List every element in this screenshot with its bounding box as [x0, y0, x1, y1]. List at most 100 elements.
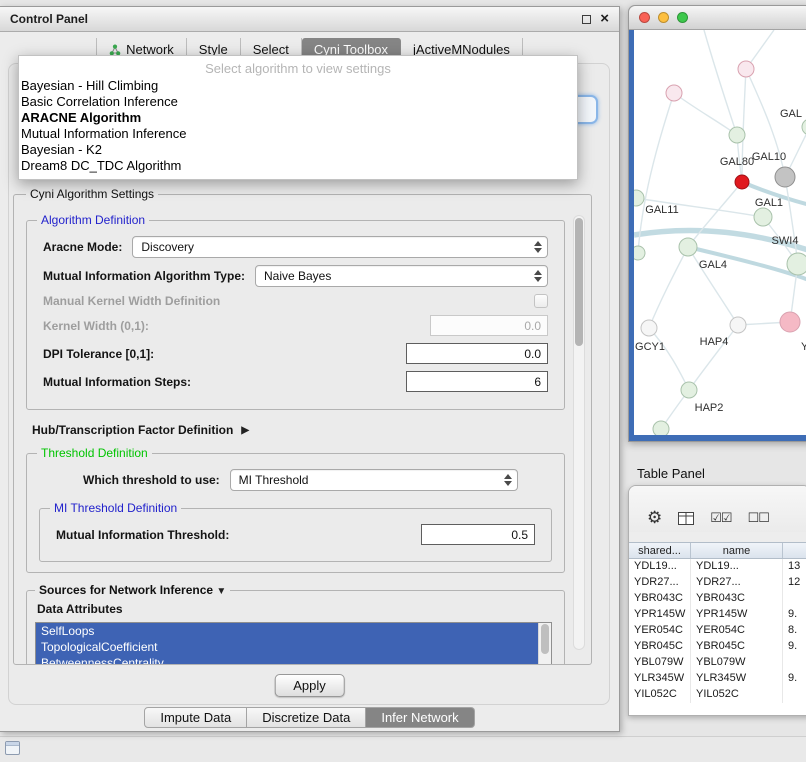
table-row[interactable]: YBR045C YBR045C 9. — [629, 639, 806, 655]
network-edges — [634, 30, 806, 429]
collapse-right-icon[interactable]: ▶ — [241, 425, 249, 436]
node-gal11[interactable] — [634, 190, 644, 206]
node-label: GAL11 — [645, 204, 678, 216]
menu-item-dream8[interactable]: Dream8 DC_TDC Algorithm — [19, 158, 577, 174]
minimize-traffic-light-icon[interactable] — [658, 12, 669, 23]
expand-down-icon: ▼ — [216, 586, 226, 597]
updown-arrows-icon — [504, 474, 512, 486]
threshold-definition-group: Threshold Definition Which threshold to … — [26, 446, 565, 573]
table-panel-window: ⚙ ☑☑ ☐☐ shared... name YDL19... YDL19...… — [628, 485, 806, 716]
sources-toggle[interactable]: Sources for Network Inference ▼ — [35, 583, 230, 597]
zoom-traffic-light-icon[interactable] — [677, 12, 688, 23]
menu-item-aracne[interactable]: ARACNE Algorithm — [19, 110, 577, 126]
sources-title: Sources for Network Inference — [39, 583, 213, 597]
node-swi4[interactable] — [787, 253, 806, 275]
table-row[interactable]: YIL052C YIL052C — [629, 687, 806, 703]
dpi-tolerance-input[interactable] — [406, 343, 548, 364]
group-title: Threshold Definition — [37, 446, 152, 460]
aracne-mode-label: Aracne Mode: — [43, 240, 122, 254]
group-title: Algorithm Definition — [37, 213, 149, 227]
node-hap2[interactable] — [681, 382, 697, 398]
manual-kernel-checkbox[interactable] — [534, 294, 548, 308]
scrollbar-thumb[interactable] — [575, 218, 583, 346]
tab-infer-network[interactable]: Infer Network — [366, 707, 474, 728]
mi-threshold-definition-group: MI Threshold Definition Mutual Informati… — [39, 501, 552, 562]
node[interactable] — [775, 167, 795, 187]
table-row[interactable]: YBR043C YBR043C — [629, 591, 806, 607]
hub-definition-toggle[interactable]: Hub/Transcription Factor Definition ▶ — [32, 423, 559, 437]
minimized-panel-icon[interactable] — [5, 741, 20, 755]
node-gal80[interactable] — [729, 127, 745, 143]
node[interactable] — [780, 312, 800, 332]
node-gal10[interactable] — [735, 175, 749, 189]
table-row[interactable]: YDL19... YDL19... 13 — [629, 559, 806, 575]
list-item[interactable]: SelfLoops — [36, 623, 538, 639]
table-panel-title[interactable]: Table Panel — [637, 466, 705, 481]
table-row[interactable]: YPR145W YPR145W 9. — [629, 607, 806, 623]
menu-item-mutual-information[interactable]: Mutual Information Inference — [19, 126, 577, 142]
hub-definition-label: Hub/Transcription Factor Definition — [32, 423, 233, 437]
node-gal1[interactable] — [754, 208, 772, 226]
settings-scrollbar[interactable] — [573, 215, 585, 650]
network-node-labels: GAL GAL80 GAL10 GAL11 GAL1 SWI4 GAL4 GCY… — [635, 108, 806, 414]
selected-value: Discovery — [141, 240, 194, 254]
node-label: GCY1 — [635, 341, 665, 353]
close-traffic-light-icon[interactable] — [639, 12, 650, 23]
node-gal4[interactable] — [679, 238, 697, 256]
tab-impute-data[interactable]: Impute Data — [144, 707, 247, 728]
kernel-width-label: Kernel Width (0,1): — [43, 319, 149, 333]
network-window-titlebar[interactable] — [629, 6, 806, 30]
node-hap4[interactable] — [730, 317, 746, 333]
deselect-all-icon[interactable]: ☐☐ — [748, 511, 769, 525]
menu-item-basic-correlation[interactable]: Basic Correlation Inference — [19, 94, 577, 110]
node[interactable] — [634, 246, 645, 260]
column-header[interactable]: shared... — [629, 543, 691, 558]
column-header[interactable]: name — [691, 543, 783, 558]
apply-button[interactable]: Apply — [274, 674, 345, 697]
mi-threshold-input[interactable] — [421, 524, 535, 545]
table-row[interactable]: YLR345W YLR345W 9. — [629, 671, 806, 687]
threshold-select[interactable]: MI Threshold — [230, 469, 518, 491]
kernel-width-input[interactable] — [430, 315, 548, 336]
updown-arrows-icon — [534, 270, 542, 282]
control-panel-titlebar[interactable]: Control Panel × — [0, 7, 619, 32]
select-all-icon[interactable]: ☑☑ — [710, 511, 731, 525]
which-threshold-label: Which threshold to use: — [83, 473, 220, 487]
node[interactable] — [666, 85, 682, 101]
tab-discretize-data[interactable]: Discretize Data — [247, 707, 366, 728]
table-gap — [629, 532, 806, 542]
list-item[interactable]: BetweennessCentrality — [36, 655, 538, 665]
manual-kernel-label: Manual Kernel Width Definition — [43, 294, 220, 308]
desktop: Control Panel × Network Style Select — [0, 0, 806, 762]
window-title: Control Panel — [10, 12, 88, 26]
table-row[interactable]: YER054C YER054C 8. — [629, 623, 806, 639]
table-header-row: shared... name — [629, 542, 806, 559]
list-item[interactable]: TopologicalCoefficient — [36, 639, 538, 655]
node[interactable] — [738, 61, 754, 77]
network-canvas[interactable]: GAL GAL80 GAL10 GAL11 GAL1 SWI4 GAL4 GCY… — [629, 30, 806, 441]
table-row[interactable]: YDR27... YDR27... 12 — [629, 575, 806, 591]
updown-arrows-icon — [534, 241, 542, 253]
table-body: YDL19... YDL19... 13 YDR27... YDR27... 1… — [629, 559, 806, 716]
gear-icon[interactable]: ⚙ — [647, 511, 662, 525]
aracne-mode-select[interactable]: Discovery — [132, 236, 548, 258]
close-icon[interactable]: × — [600, 13, 609, 25]
menu-item-bayesian-k2[interactable]: Bayesian - K2 — [19, 142, 577, 158]
node[interactable] — [653, 421, 669, 437]
column-browser-icon[interactable] — [678, 512, 694, 525]
float-window-icon[interactable] — [582, 15, 591, 24]
list-vertical-scrollbar[interactable] — [538, 623, 551, 665]
mi-algorithm-type-select[interactable]: Naive Bayes — [255, 265, 548, 287]
node-gal-partial[interactable] — [802, 119, 806, 135]
network-view-window: GAL GAL80 GAL10 GAL11 GAL1 SWI4 GAL4 GCY… — [628, 5, 806, 442]
table-row[interactable]: YBL079W YBL079W — [629, 655, 806, 671]
sources-group: Sources for Network Inference ▼ Data Att… — [26, 583, 565, 665]
mi-threshold-label: Mutual Information Threshold: — [56, 528, 229, 542]
mi-steps-label: Mutual Information Steps: — [43, 375, 191, 389]
mi-steps-input[interactable] — [406, 371, 548, 392]
node-label: GAL1 — [755, 197, 783, 209]
node-gcy1[interactable] — [641, 320, 657, 336]
node-label: Y — [801, 341, 806, 353]
column-header[interactable] — [783, 543, 806, 558]
menu-item-bayesian-hill-climbing[interactable]: Bayesian - Hill Climbing — [19, 78, 577, 94]
